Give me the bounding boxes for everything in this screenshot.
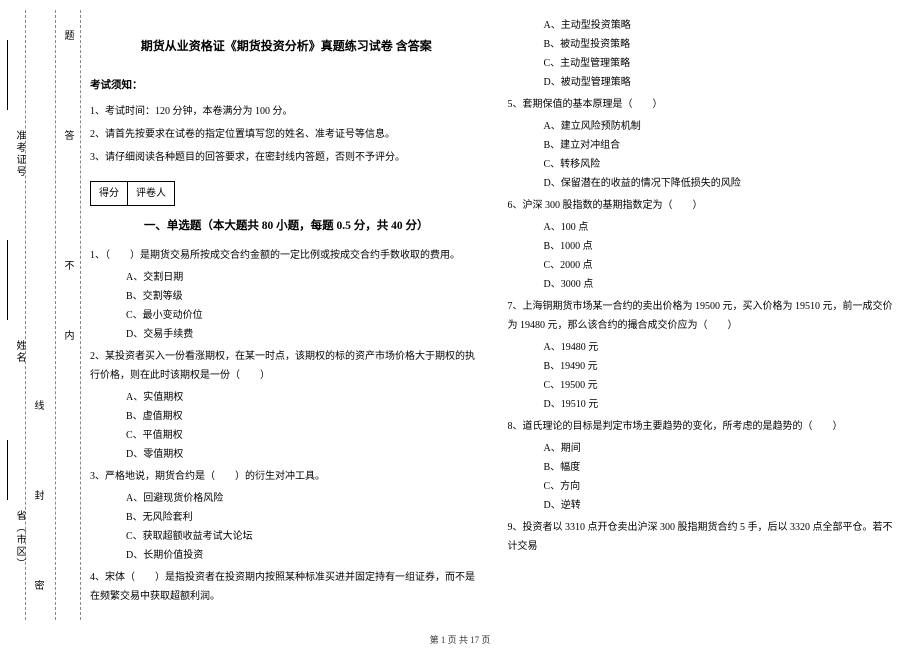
q7-d: D、19510 元 [544, 395, 901, 414]
q2-d: D、零值期权 [126, 445, 483, 464]
q4-a: A、主动型投资策略 [544, 16, 901, 35]
q5-c: C、转移风险 [544, 155, 901, 174]
q5: 5、套期保值的基本原理是（ ） [508, 95, 901, 114]
page-footer: 第 1 页 共 17 页 [0, 633, 920, 646]
seal-mark-4: 不 [60, 260, 75, 276]
q2-c: C、平值期权 [126, 426, 483, 445]
vertical-dash-3 [80, 10, 81, 620]
q3-b: B、无风险套利 [126, 508, 483, 527]
q2-a: A、实值期权 [126, 388, 483, 407]
field-underline-2 [7, 240, 37, 320]
q1-a: A、交割日期 [126, 268, 483, 287]
q1-b: B、交割等级 [126, 287, 483, 306]
q6-b: B、1000 点 [544, 237, 901, 256]
notice-3: 3、请仔细阅读各种题目的回答要求，在密封线内答题，否则不予评分。 [90, 148, 483, 167]
q8: 8、道氏理论的目标是判定市场主要趋势的变化，所考虑的是趋势的（ ） [508, 417, 901, 436]
q7-a: A、19480 元 [544, 338, 901, 357]
q2: 2、某投资者买入一份看涨期权，在某一时点，该期权的标的资产市场价格大于期权的执行… [90, 347, 483, 385]
score-label: 得分 [91, 182, 128, 205]
q3-c: C、获取超额收益考试大论坛 [126, 527, 483, 546]
q8-a: A、期间 [544, 439, 901, 458]
q4-b: B、被动型投资策略 [544, 35, 901, 54]
q4: 4、宋体（ ）是指投资者在投资期内按照某种标准买进并固定持有一组证券，而不是在频… [90, 568, 483, 606]
q6-a: A、100 点 [544, 218, 901, 237]
q3: 3、严格地说，期货合约是（ ）的衍生对冲工具。 [90, 467, 483, 486]
q2-b: B、虚值期权 [126, 407, 483, 426]
left-column: 期货从业资格证《期货投资分析》真题练习试卷 含答案 考试须知： 1、考试时间：1… [90, 10, 483, 630]
notice-1: 1、考试时间：120 分钟，本卷满分为 100 分。 [90, 102, 483, 121]
q5-d: D、保留潜在的收益的情况下降低损失的风险 [544, 174, 901, 193]
seal-mark-1: 封 [30, 490, 45, 506]
q1-c: C、最小变动价位 [126, 306, 483, 325]
q5-a: A、建立风险预防机制 [544, 117, 901, 136]
notice-2: 2、请首先按要求在试卷的指定位置填写您的姓名、准考证号等信息。 [90, 125, 483, 144]
q8-c: C、方向 [544, 477, 901, 496]
q7-b: B、19490 元 [544, 357, 901, 376]
seal-mark-5: 答 [60, 130, 75, 146]
q3-a: A、回避现货价格风险 [126, 489, 483, 508]
q5-b: B、建立对冲组合 [544, 136, 901, 155]
notice-head: 考试须知： [90, 76, 483, 96]
seal-mark-3: 内 [60, 330, 75, 346]
grader-label: 评卷人 [128, 182, 174, 205]
seal-mark-2: 线 [30, 400, 45, 416]
q1-d: D、交易手续费 [126, 325, 483, 344]
q3-d: D、长期价值投资 [126, 546, 483, 565]
q1: 1、（ ）是期货交易所按成交合约金额的一定比例或按成交合约手数收取的费用。 [90, 246, 483, 265]
vertical-dash-2 [55, 10, 56, 620]
field-underline-3 [7, 40, 37, 110]
q8-b: B、幅度 [544, 458, 901, 477]
q6-c: C、2000 点 [544, 256, 901, 275]
label-admission: 准考证号 [2, 130, 27, 178]
score-box: 得分 评卷人 [90, 181, 175, 206]
q7-c: C、19500 元 [544, 376, 901, 395]
seal-mark-6: 题 [60, 30, 75, 46]
page-content: 期货从业资格证《期货投资分析》真题练习试卷 含答案 考试须知： 1、考试时间：1… [90, 10, 900, 630]
label-province: 省（市区） [2, 510, 27, 570]
doc-title: 期货从业资格证《期货投资分析》真题练习试卷 含答案 [90, 35, 483, 58]
seal-mark-0: 密 [30, 580, 45, 596]
q9: 9、投资者以 3310 点开仓卖出沪深 300 股指期货合约 5 手，后以 33… [508, 518, 901, 556]
q4-c: C、主动型管理策略 [544, 54, 901, 73]
q4-d: D、被动型管理策略 [544, 73, 901, 92]
label-name: 姓名 [2, 340, 27, 364]
section-1-title: 一、单选题（本大题共 80 小题，每题 0.5 分，共 40 分） [90, 216, 483, 238]
q6: 6、沪深 300 股指数的基期指数定为（ ） [508, 196, 901, 215]
q8-d: D、逆转 [544, 496, 901, 515]
binding-sidebar: 省（市区） 姓名 准考证号 密 封 线 内 不 答 题 [0, 0, 85, 630]
q6-d: D、3000 点 [544, 275, 901, 294]
q7: 7、上海铜期货市场某一合约的卖出价格为 19500 元，买入价格为 19510 … [508, 297, 901, 335]
right-column: A、主动型投资策略 B、被动型投资策略 C、主动型管理策略 D、被动型管理策略 … [508, 10, 901, 630]
